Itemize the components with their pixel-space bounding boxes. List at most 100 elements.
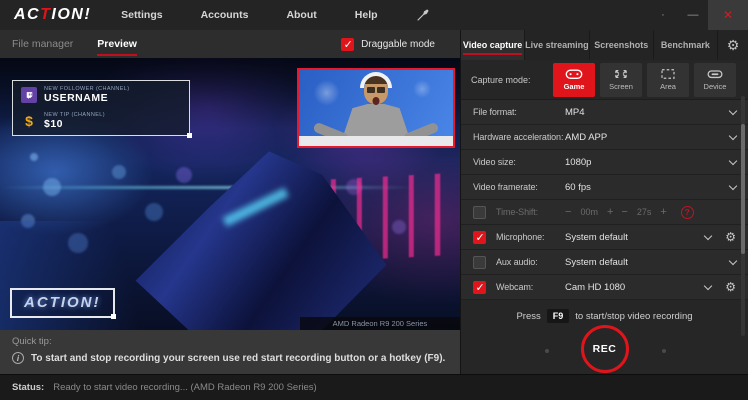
stream-notification-overlay[interactable]: NEW FOLLOWER (CHANNEL) USERNAME $ NEW TI… xyxy=(12,80,190,136)
chevron-down-icon[interactable] xyxy=(704,231,712,239)
capture-mode-name: Game xyxy=(564,82,585,91)
tab-label: Benchmark xyxy=(661,36,710,55)
capture-mode-area[interactable]: Area xyxy=(647,63,689,97)
tab-label: Live streaming xyxy=(525,36,589,55)
tab-screenshots[interactable]: Screenshots xyxy=(590,30,654,60)
seconds-stepper: − 27s + xyxy=(621,206,666,218)
field-label: Webcam: xyxy=(496,282,565,292)
capture-mode-game[interactable]: Game xyxy=(553,63,595,97)
minutes-plus-button[interactable]: + xyxy=(607,206,613,218)
capture-settings-panel: Video capture Live streaming Screenshots… xyxy=(460,30,748,374)
wrench-icon[interactable] xyxy=(416,9,429,22)
title-bar: ACTION! Settings Accounts About Help · —… xyxy=(0,0,748,30)
aux-audio-checkbox[interactable] xyxy=(473,256,486,269)
draggable-mode-label: Draggable mode xyxy=(361,39,435,50)
record-button-area: REC xyxy=(461,323,748,374)
resize-handle[interactable] xyxy=(187,133,192,138)
settings-gear-icon[interactable]: ⚙ xyxy=(718,30,748,60)
video-framerate-value: 60 fps xyxy=(565,182,591,193)
row-video-framerate[interactable]: Video framerate: 60 fps xyxy=(461,175,748,200)
tab-live-streaming[interactable]: Live streaming xyxy=(525,30,590,60)
row-aux-audio[interactable]: Aux audio: System default xyxy=(461,250,748,275)
hotkey-key-badge: F9 xyxy=(547,309,570,323)
chevron-down-icon[interactable] xyxy=(729,106,737,114)
minimize-button[interactable]: — xyxy=(678,0,708,30)
chevron-down-icon[interactable] xyxy=(729,156,737,164)
quick-tip-line: i To start and stop recording your scree… xyxy=(12,352,448,364)
row-hardware-acceleration[interactable]: Hardware acceleration: AMD APP xyxy=(461,125,748,150)
time-shift-checkbox[interactable] xyxy=(473,206,486,219)
microphone-checkbox[interactable] xyxy=(473,231,486,244)
action-app-window: ACTION! Settings Accounts About Help · —… xyxy=(0,0,748,400)
tab-preview[interactable]: Preview xyxy=(97,32,137,56)
capture-mode-device[interactable]: Device xyxy=(694,63,736,97)
webcam-overlay[interactable] xyxy=(297,68,455,148)
tab-video-capture[interactable]: Video capture xyxy=(461,30,525,60)
follower-row: NEW FOLLOWER (CHANNEL) USERNAME xyxy=(21,86,181,104)
hardware-acceleration-value: AMD APP xyxy=(565,132,607,143)
microphone-gear-icon[interactable]: ⚙ xyxy=(725,231,736,243)
webcam-desk xyxy=(299,136,453,146)
chevron-down-icon[interactable] xyxy=(729,181,737,189)
row-microphone[interactable]: Microphone: System default ⚙ xyxy=(461,225,748,250)
resize-handle[interactable] xyxy=(111,314,116,319)
watermark-overlay[interactable]: ACTION! xyxy=(10,288,115,318)
preview-panel: File manager Preview Draggable mode xyxy=(0,30,460,374)
tab-benchmark[interactable]: Benchmark xyxy=(654,30,718,60)
area-icon xyxy=(660,68,676,80)
capture-mode-buttons: Game Screen Area Device xyxy=(553,63,736,97)
menu-bar: Settings Accounts About Help xyxy=(121,9,428,22)
info-icon: i xyxy=(12,352,24,364)
row-file-format[interactable]: File format: MP4 xyxy=(461,100,748,125)
status-label: Status: xyxy=(12,382,44,393)
webcam-person-headphones xyxy=(360,72,392,88)
panel-scrollbar[interactable] xyxy=(741,96,745,336)
scrollbar-thumb[interactable] xyxy=(741,124,745,254)
webcam-gear-icon[interactable]: ⚙ xyxy=(725,281,736,293)
device-icon xyxy=(706,68,724,80)
time-shift-help-icon[interactable]: ? xyxy=(681,206,694,219)
hotkey-hint: Press F9 to start/stop video recording xyxy=(461,309,748,323)
minutes-value: 00m xyxy=(580,207,598,217)
follower-text: NEW FOLLOWER (CHANNEL) USERNAME xyxy=(44,86,130,104)
app-logo: ACTION! xyxy=(14,6,91,24)
draggable-mode-toggle[interactable]: Draggable mode xyxy=(341,38,435,51)
tab-label: Video capture xyxy=(463,36,522,55)
chevron-down-icon[interactable] xyxy=(729,131,737,139)
row-webcam[interactable]: Webcam: Cam HD 1080 ⚙ xyxy=(461,275,748,300)
chevron-down-icon[interactable] xyxy=(704,281,712,289)
webcam-checkbox[interactable] xyxy=(473,281,486,294)
menu-accounts[interactable]: Accounts xyxy=(201,9,249,21)
pin-button[interactable]: · xyxy=(648,0,678,30)
draggable-mode-checkbox[interactable] xyxy=(341,38,354,51)
logo-text-prefix: AC xyxy=(14,6,40,23)
row-video-size[interactable]: Video size: 1080p xyxy=(461,150,748,175)
field-label: Time-Shift: xyxy=(496,207,565,217)
seconds-minus-button[interactable]: − xyxy=(621,206,627,218)
rec-side-dot-right xyxy=(662,349,666,353)
close-button[interactable]: ✕ xyxy=(708,0,748,30)
menu-about[interactable]: About xyxy=(286,9,316,21)
seconds-plus-button[interactable]: + xyxy=(660,206,666,218)
video-size-value: 1080p xyxy=(565,157,591,168)
menu-settings[interactable]: Settings xyxy=(121,9,162,21)
capture-mode-screen[interactable]: Screen xyxy=(600,63,642,97)
preview-tab-bar: File manager Preview Draggable mode xyxy=(0,30,460,58)
capture-mode-name: Screen xyxy=(609,82,633,91)
logo-text-accent: T xyxy=(40,6,51,23)
rec-side-dot-left xyxy=(545,349,549,353)
tab-file-manager[interactable]: File manager xyxy=(12,32,73,56)
menu-help[interactable]: Help xyxy=(355,9,378,21)
field-label: File format: xyxy=(473,107,565,117)
hotkey-prefix: Press xyxy=(516,311,540,322)
minutes-minus-button[interactable]: − xyxy=(565,206,571,218)
logo-text-suffix: ION! xyxy=(51,6,91,23)
webcam-person-glasses xyxy=(366,87,386,93)
capture-mode-name: Area xyxy=(660,82,676,91)
rec-button[interactable]: REC xyxy=(581,325,629,373)
time-shift-steppers: − 00m + − 27s + xyxy=(565,206,667,218)
minutes-stepper: − 00m + xyxy=(565,206,613,218)
gamepad-icon xyxy=(565,68,583,80)
chevron-down-icon[interactable] xyxy=(729,256,737,264)
seconds-value: 27s xyxy=(637,207,652,217)
